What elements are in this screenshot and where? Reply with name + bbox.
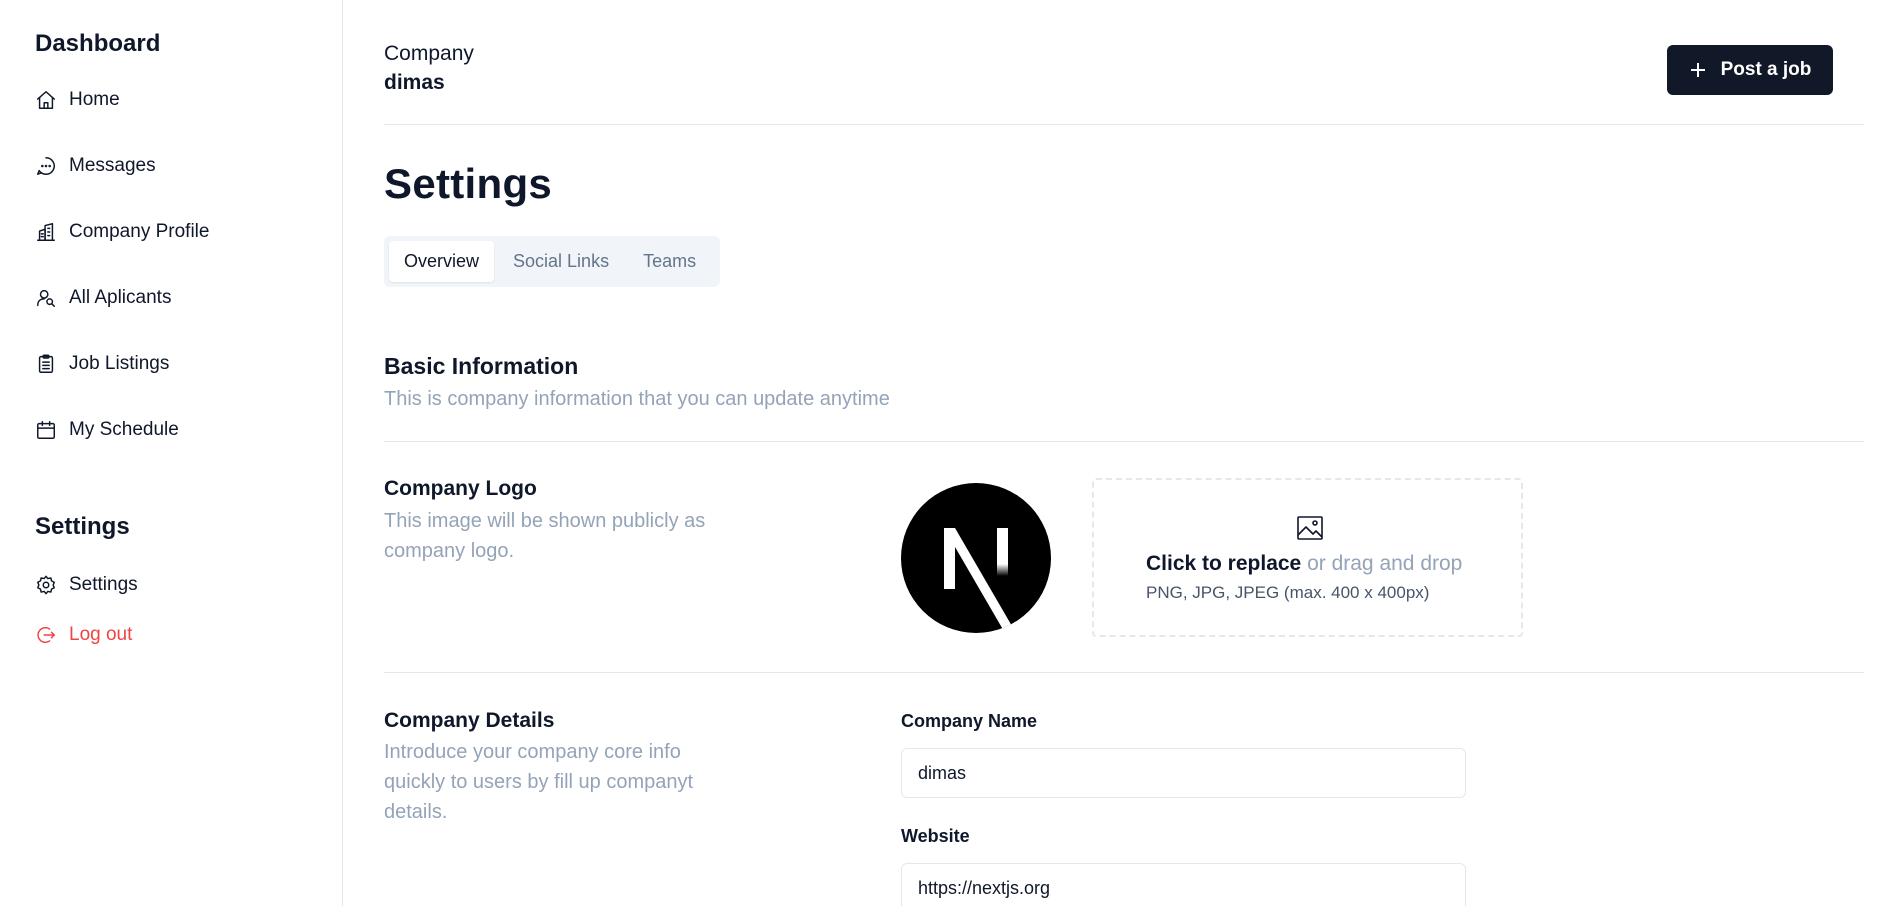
- chat-icon: [35, 155, 57, 177]
- sidebar-item-messages[interactable]: Messages: [35, 151, 156, 181]
- sidebar-item-logout[interactable]: Log out: [35, 620, 132, 650]
- calendar-icon: [35, 419, 57, 441]
- logo-upload-dropzone[interactable]: Click to replace or drag and drop PNG, J…: [1092, 478, 1523, 637]
- main-content: Company dimas Post a job Settings Overvi…: [384, 0, 1864, 906]
- sidebar-item-label: Settings: [69, 574, 138, 595]
- click-to-replace-link[interactable]: Click to replace: [1146, 552, 1301, 575]
- sidebar-heading-settings: Settings: [35, 513, 130, 540]
- company-logo-divider: [384, 672, 1864, 673]
- upload-hint: PNG, JPG, JPEG (max. 400 x 400px): [1146, 583, 1430, 602]
- post-job-button[interactable]: Post a job: [1667, 45, 1833, 95]
- basic-info-description: This is company information that you can…: [384, 388, 890, 410]
- sidebar-item-company-profile[interactable]: Company Profile: [35, 217, 209, 247]
- company-details-description-line1: Introduce your company core info: [384, 741, 681, 763]
- plus-icon: [1689, 61, 1707, 79]
- clipboard-icon: [35, 353, 57, 375]
- upload-instructions: Click to replace or drag and drop: [1146, 552, 1462, 576]
- company-details-description-line2: quickly to users by fill up companyt: [384, 771, 694, 793]
- company-details-title: Company Details: [384, 709, 555, 732]
- sidebar-item-label: Log out: [69, 624, 133, 645]
- company-name-label: Company Name: [901, 711, 1038, 731]
- sidebar-item-label: Job Listings: [69, 353, 170, 374]
- users-icon: [35, 287, 57, 309]
- company-name-input[interactable]: [901, 748, 1466, 798]
- sidebar: Dashboard Home Messages Company Profile …: [0, 0, 343, 906]
- basic-info-title: Basic Information: [384, 353, 579, 379]
- sidebar-item-my-schedule[interactable]: My Schedule: [35, 415, 179, 445]
- basic-info-divider: [384, 441, 1864, 442]
- tab-overview[interactable]: Overview: [389, 241, 495, 282]
- page-title: Settings: [384, 160, 553, 207]
- logout-icon: [35, 624, 57, 646]
- sidebar-item-home[interactable]: Home: [35, 85, 120, 115]
- sidebar-item-label: Company Profile: [69, 221, 210, 242]
- company-logo-description-line1: This image will be shown publicly as: [384, 510, 706, 532]
- settings-tabs: Overview Social Links Teams: [384, 236, 720, 287]
- company-name: dimas: [384, 71, 445, 94]
- tab-teams[interactable]: Teams: [628, 241, 711, 282]
- company-logo-image: [901, 483, 1051, 633]
- sidebar-item-all-applicants[interactable]: All Aplicants: [35, 283, 171, 313]
- tab-social-links[interactable]: Social Links: [498, 241, 624, 282]
- sidebar-item-label: My Schedule: [69, 419, 179, 440]
- website-label: Website: [901, 826, 970, 846]
- drag-drop-text: or drag and drop: [1301, 552, 1463, 575]
- image-icon: [1296, 515, 1324, 541]
- sidebar-item-label: Messages: [69, 155, 156, 176]
- home-icon: [35, 89, 57, 111]
- sidebar-heading-dashboard: Dashboard: [35, 30, 161, 57]
- company-details-description-line3: details.: [384, 801, 448, 823]
- company-label: Company: [384, 42, 474, 65]
- building-icon: [35, 221, 57, 243]
- company-logo-description-line2: company logo.: [384, 540, 515, 562]
- website-input[interactable]: [901, 863, 1466, 906]
- sidebar-item-label: Home: [69, 89, 120, 110]
- gear-icon: [35, 574, 57, 596]
- sidebar-item-settings[interactable]: Settings: [35, 570, 138, 600]
- sidebar-item-label: All Aplicants: [69, 287, 172, 308]
- post-job-label: Post a job: [1720, 59, 1812, 80]
- header-divider: [384, 124, 1864, 125]
- sidebar-item-job-listings[interactable]: Job Listings: [35, 349, 169, 379]
- company-logo-title: Company Logo: [384, 477, 537, 500]
